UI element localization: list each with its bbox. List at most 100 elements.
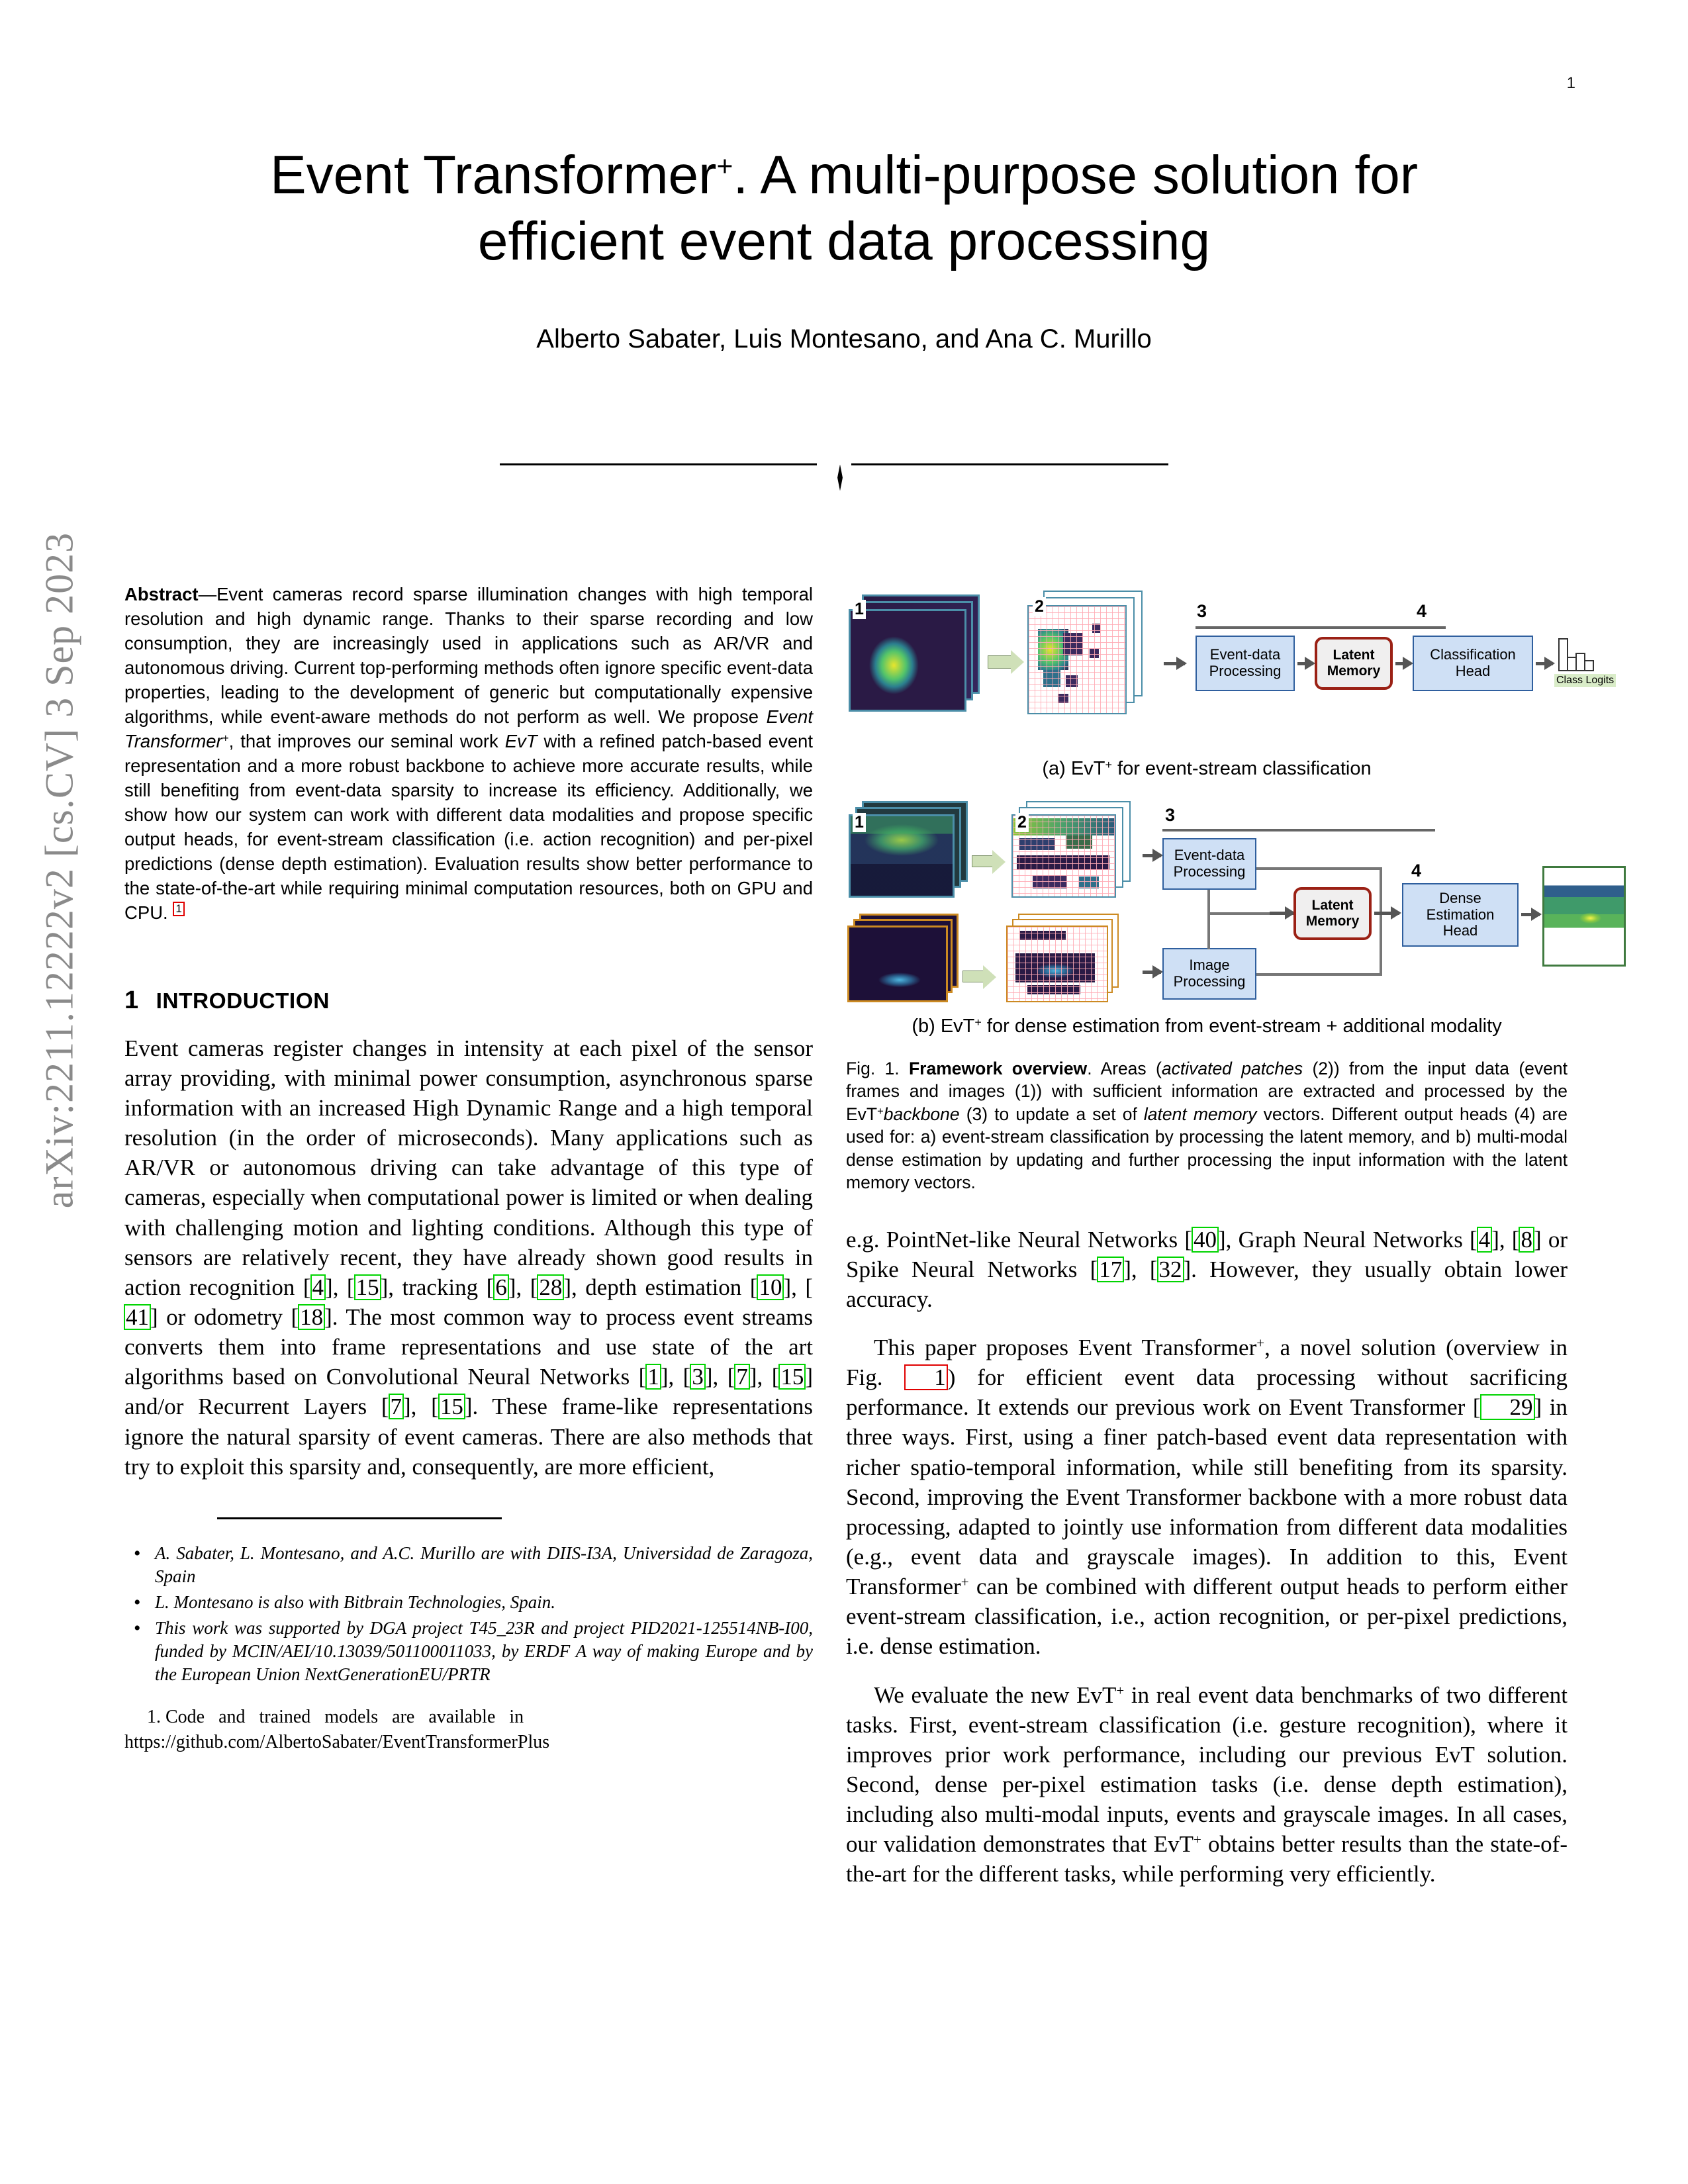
box-label-classification-head-a: Classification Head <box>1430 646 1516 679</box>
abstract-label: Abstract <box>124 584 199 604</box>
subcap-b-sup: + <box>974 1016 982 1029</box>
abstract-text-3: with a refined patch-based event represe… <box>124 730 813 923</box>
citation-4b[interactable]: 4 <box>1476 1226 1493 1253</box>
label-1-b: 1 <box>853 813 866 832</box>
box-image-processing-b: Image Processing <box>1162 948 1256 1000</box>
backbone-rule-b <box>1162 829 1435 831</box>
label-1-a: 1 <box>853 600 866 619</box>
flow-arrow-a-1 <box>988 650 1024 674</box>
footnote-item: A. Sabater, L. Montesano, and A.C. Muril… <box>134 1541 813 1588</box>
citation-15b[interactable]: 15 <box>778 1364 806 1390</box>
subcap-a-sup: + <box>1105 758 1112 772</box>
subfigure-b-caption: (b) EvT+ for dense estimation from event… <box>846 1016 1568 1037</box>
flow-arrow-b-4 <box>1143 965 1163 978</box>
diagram-b: 1 2 3 Event-data Processing Image Proces… <box>846 797 1626 1009</box>
subcap-a-pre: (a) EvT <box>1042 758 1105 779</box>
subfigure-a: 1 2 3 Event-data Processing Latent Memor… <box>846 583 1617 780</box>
citation-group-evt: [29] <box>1472 1394 1542 1421</box>
citation-41[interactable]: 41 <box>124 1304 151 1331</box>
citation-group-action: [4], [15] <box>303 1274 389 1300</box>
page-number: 1 <box>1566 74 1575 92</box>
citation-group-tracking: [6], [28] <box>486 1274 572 1300</box>
box-label-latent-memory-a: Latent Memory <box>1327 647 1381 679</box>
citation-40[interactable]: 40 <box>1191 1226 1219 1253</box>
input-event-frames-stack-a <box>846 594 985 717</box>
class-logits-label: Class Logits <box>1554 674 1617 687</box>
flow-arrow-b-5 <box>1270 906 1295 920</box>
label-2-b: 2 <box>1015 813 1029 832</box>
flow-arrow-a-5 <box>1536 657 1555 670</box>
intro-p1-f: and/or Recurrent Layers <box>124 1394 381 1420</box>
box-event-data-processing-b: Event-data Processing <box>1162 838 1256 890</box>
footnote-item: This work was supported by DGA project T… <box>134 1615 813 1686</box>
intro-paragraph-3: This paper proposes Event Transformer+, … <box>846 1333 1568 1662</box>
section-number: 1 <box>124 986 139 1014</box>
title-ornament-divider <box>500 463 1168 491</box>
citation-3[interactable]: 3 <box>690 1364 706 1390</box>
figure-1-caption: Fig. 1. Framework overview. Areas (activ… <box>846 1057 1568 1194</box>
title-line1-post: . A multi-purpose solution for <box>733 145 1419 205</box>
figcap-t3: (3) to update a set of <box>959 1104 1144 1124</box>
citation-15c[interactable]: 15 <box>438 1394 465 1420</box>
flow-arrow-b-2 <box>962 965 996 989</box>
intro-p4-a: We evaluate the new EvT <box>874 1682 1117 1708</box>
intro-p1-a: Event cameras register changes in intens… <box>124 1035 813 1300</box>
author-list: Alberto Sabater, Luis Montesano, and Ana… <box>536 324 1152 354</box>
figure-reference-1[interactable]: 1 <box>904 1364 948 1391</box>
citation-group-rnn: [7], [15] <box>381 1394 473 1420</box>
wire-bypass-bottom <box>1256 973 1382 976</box>
wire-evt-down <box>1207 890 1210 914</box>
citation-7[interactable]: 7 <box>734 1364 750 1390</box>
citation-group-pointnet: [40] <box>1184 1226 1226 1253</box>
box-label-event-processing-b: Event-data Processing <box>1173 847 1246 880</box>
citation-15[interactable]: 15 <box>353 1274 381 1300</box>
class-logits-chart <box>1557 638 1594 671</box>
box-latent-memory-a: Latent Memory <box>1315 637 1393 690</box>
flow-arrow-b-6 <box>1374 906 1401 920</box>
label-4-a: 4 <box>1417 601 1427 621</box>
citation-8[interactable]: 8 <box>1519 1226 1534 1253</box>
intro-paragraph-1: Event cameras register changes in intens… <box>124 1033 813 1482</box>
citation-10[interactable]: 10 <box>757 1274 784 1300</box>
arxiv-stamp: arXiv:2211.12222v2 [cs.CV] 3 Sep 2023 <box>37 532 81 1209</box>
intro-p3-sup: + <box>1256 1335 1265 1351</box>
ornament-rule-left <box>500 463 817 465</box>
intro-p1-c: , depth estimation <box>571 1274 750 1300</box>
title-plus-superscript: + <box>716 150 733 183</box>
diagram-a: 1 2 3 Event-data Processing Latent Memor… <box>846 583 1617 751</box>
label-3-b: 3 <box>1165 805 1176 825</box>
title-line2: efficient event data processing <box>477 211 1211 272</box>
ornament-rule-right <box>851 463 1168 465</box>
label-2-a: 2 <box>1033 597 1046 616</box>
subcap-b-pre: (b) EvT <box>912 1016 975 1037</box>
figcap-prefix: Fig. 1. <box>846 1059 900 1078</box>
citation-28[interactable]: 28 <box>537 1274 565 1300</box>
citation-32[interactable]: 32 <box>1156 1256 1184 1282</box>
figcap-i1: activated patches <box>1161 1059 1303 1078</box>
citation-6[interactable]: 6 <box>493 1274 509 1300</box>
footnote-code-url[interactable]: https://github.com/AlbertoSabater/EventT… <box>124 1732 549 1752</box>
citation-29[interactable]: 29 <box>1479 1394 1535 1421</box>
citation-group-gnn: [4], [8] <box>1470 1226 1542 1253</box>
footnote-item: L. Montesano is also with Bitbrain Techn… <box>134 1590 813 1615</box>
citation-18[interactable]: 18 <box>298 1304 326 1331</box>
right-column: 1 2 3 Event-data Processing Latent Memor… <box>846 583 1626 1889</box>
footnote-marker-link[interactable]: 1 <box>173 902 185 917</box>
footnote-divider <box>217 1517 502 1519</box>
subfigure-b: 1 2 3 Event-data Processing Image Proces… <box>846 797 1626 1037</box>
citation-1[interactable]: 1 <box>645 1364 661 1390</box>
backbone-rule-a <box>1196 626 1446 629</box>
citation-7b[interactable]: 7 <box>388 1394 404 1420</box>
intro-p1-b: , tracking <box>388 1274 487 1300</box>
citation-17[interactable]: 17 <box>1097 1256 1125 1282</box>
citation-4[interactable]: 4 <box>310 1274 326 1300</box>
intro-paragraph-2: e.g. PointNet-like Neural Networks [40],… <box>846 1225 1568 1314</box>
figure-1: 1 2 3 Event-data Processing Latent Memor… <box>846 583 1626 1194</box>
label-3-a: 3 <box>1197 601 1207 621</box>
figcap-sup: + <box>877 1105 884 1117</box>
abstract-dash: — <box>198 584 217 604</box>
abstract-block: Abstract—Event cameras record sparse ill… <box>124 583 813 926</box>
activated-patches-stack-b <box>1010 801 1149 910</box>
flow-arrow-b-1 <box>972 850 1006 874</box>
intro-p1-d: or odometry <box>158 1304 291 1331</box>
